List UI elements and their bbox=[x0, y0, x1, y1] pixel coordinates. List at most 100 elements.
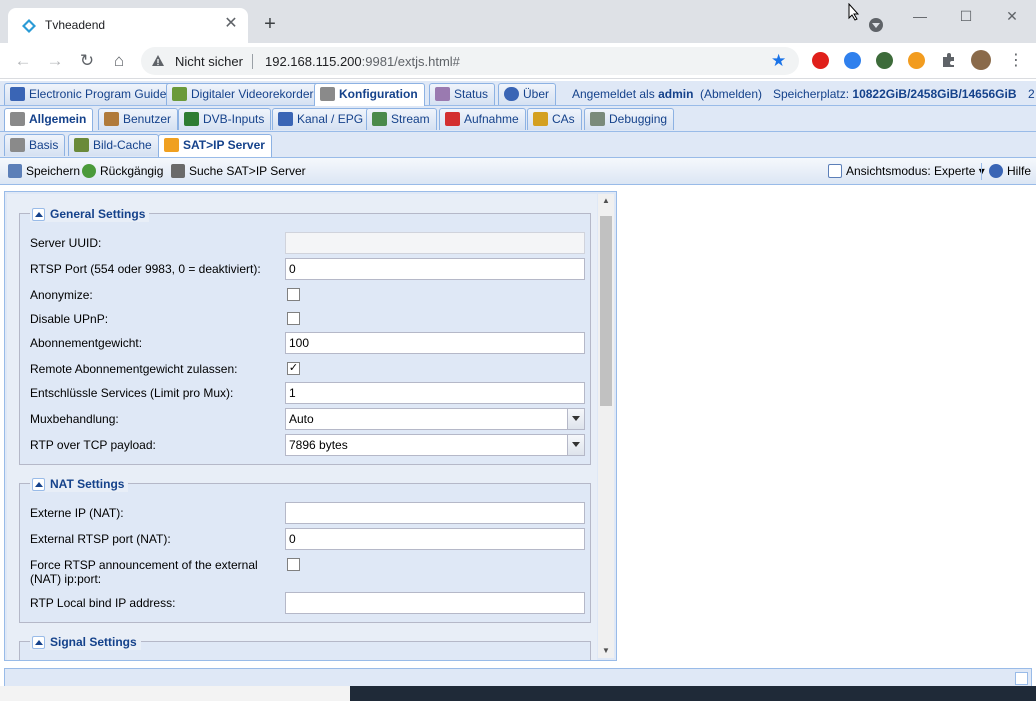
mux-handling-label: Muxbehandlung: bbox=[30, 412, 119, 426]
storage-value: 10822GiB/2458GiB/14656GiB bbox=[852, 87, 1017, 101]
anonymize-checkbox[interactable] bbox=[287, 288, 300, 301]
general-settings-legend[interactable]: General Settings bbox=[30, 206, 150, 222]
avatar[interactable] bbox=[971, 50, 991, 70]
scroll-up-icon[interactable]: ▲ bbox=[598, 194, 614, 208]
remote-weight-checkbox[interactable]: ✓ bbox=[287, 362, 300, 375]
star-icon[interactable]: ★ bbox=[771, 51, 786, 71]
tab-search-icon[interactable] bbox=[869, 18, 883, 32]
back-icon[interactable]: ← bbox=[13, 51, 33, 71]
close-window-button[interactable]: ✕ bbox=[992, 6, 1032, 26]
vertical-scrollbar[interactable]: ▲ ▼ bbox=[598, 194, 614, 658]
tab-users[interactable]: Benutzer bbox=[98, 108, 179, 130]
force-rtsp-checkbox[interactable] bbox=[287, 558, 300, 571]
login-prefix: Angemeldet als bbox=[572, 87, 655, 101]
puzzle-icon[interactable] bbox=[940, 52, 957, 69]
help-icon bbox=[989, 164, 1003, 178]
tab-label: Digitaler Videorekorder bbox=[191, 87, 314, 101]
tab-recording[interactable]: Aufnahme bbox=[439, 108, 526, 130]
maximize-button[interactable]: ☐ bbox=[946, 6, 986, 26]
browser-tab-strip: Tvheadend ✕ + — ☐ ✕ bbox=[0, 0, 1036, 43]
disable-upnp-checkbox[interactable] bbox=[287, 312, 300, 325]
subscription-weight-field[interactable] bbox=[285, 332, 585, 354]
url-text[interactable]: 192.168.115.200:9981/extjs.html# bbox=[265, 54, 460, 69]
help-button[interactable]: Hilfe bbox=[989, 163, 1031, 180]
main-tab-bar: Electronic Program Guide Digitaler Video… bbox=[0, 81, 1036, 106]
external-ip-label: Externe IP (NAT): bbox=[30, 506, 124, 520]
tab-label: Konfiguration bbox=[339, 87, 418, 101]
scroll-down-icon[interactable]: ▼ bbox=[598, 644, 614, 658]
descramble-field[interactable] bbox=[285, 382, 585, 404]
tab-debugging[interactable]: Debugging bbox=[584, 108, 675, 130]
coupon-extension-icon[interactable] bbox=[908, 52, 925, 69]
server-uuid-label: Server UUID: bbox=[30, 236, 102, 250]
address-bar[interactable]: Nicht sicher 192.168.115.200:9981/extjs.… bbox=[141, 47, 799, 75]
forward-icon[interactable]: → bbox=[45, 51, 65, 71]
rtsp-port-field[interactable] bbox=[285, 258, 585, 280]
undo-button[interactable]: Rückgängig bbox=[82, 163, 163, 180]
logout-link[interactable]: (Abmelden) bbox=[700, 87, 762, 101]
login-status: Angemeldet als admin bbox=[572, 87, 693, 101]
collapse-icon[interactable] bbox=[32, 478, 45, 491]
collapse-icon[interactable] bbox=[32, 208, 45, 221]
not-secure-label[interactable]: Nicht sicher bbox=[175, 54, 243, 69]
collapse-icon[interactable] bbox=[32, 636, 45, 649]
external-rtsp-field[interactable] bbox=[285, 528, 585, 550]
menu-icon[interactable]: ⋮ bbox=[1008, 52, 1024, 70]
server-uuid-field bbox=[285, 232, 585, 254]
save-button[interactable]: Speichern bbox=[8, 163, 80, 180]
settings-scroll-area[interactable]: General Settings Server UUID: RTSP Port … bbox=[7, 194, 597, 660]
tab-dvb-inputs[interactable]: DVB-Inputs bbox=[178, 108, 272, 130]
browser-toolbar: ← → ↻ ⌂ Nicht sicher 192.168.115.200:998… bbox=[0, 43, 1036, 79]
view-mode-dropdown[interactable]: Ansichtsmodus: Experte ▾ bbox=[828, 163, 985, 180]
tab-configuration[interactable]: Konfiguration bbox=[314, 83, 425, 106]
disable-upnp-label: Disable UPnP: bbox=[30, 312, 109, 326]
tab-label: DVB-Inputs bbox=[203, 112, 265, 126]
config-tab-bar: Allgemein Benutzer DVB-Inputs Kanal / EP… bbox=[0, 106, 1036, 132]
rtp-tcp-payload-select[interactable]: 7896 bytes bbox=[285, 434, 585, 456]
save-label: Speichern bbox=[26, 164, 81, 178]
new-tab-button[interactable]: + bbox=[260, 14, 280, 34]
users-icon bbox=[104, 112, 119, 126]
help-label: Hilfe bbox=[1007, 164, 1032, 178]
adblock-extension-icon[interactable] bbox=[812, 52, 829, 69]
chevron-down-icon[interactable] bbox=[567, 409, 584, 429]
view-mode-label: Ansichtsmodus: Experte bbox=[846, 164, 976, 178]
expand-icon[interactable] bbox=[1015, 672, 1028, 685]
taskbar-search[interactable] bbox=[0, 686, 350, 701]
tab-label: Debugging bbox=[609, 112, 668, 126]
browser-tab[interactable]: Tvheadend ✕ bbox=[8, 8, 248, 43]
tab-satip-server[interactable]: SAT>IP Server bbox=[158, 134, 272, 157]
tab-about[interactable]: Über bbox=[498, 83, 557, 105]
tab-basis[interactable]: Basis bbox=[4, 134, 66, 156]
tab-label: SAT>IP Server bbox=[183, 138, 265, 152]
wrench-icon bbox=[320, 87, 335, 101]
tools-icon bbox=[10, 112, 25, 126]
action-toolbar: Speichern Rückgängig Suche SAT>IP Server… bbox=[0, 158, 1036, 185]
nat-settings-legend[interactable]: NAT Settings bbox=[30, 476, 129, 492]
external-ip-field[interactable] bbox=[285, 502, 585, 524]
tab-status[interactable]: Status bbox=[429, 83, 496, 105]
tab-stream[interactable]: Stream bbox=[366, 108, 437, 130]
tab-general[interactable]: Allgemein bbox=[4, 108, 94, 131]
shield-extension-icon[interactable] bbox=[876, 52, 893, 69]
chat-extension-icon[interactable] bbox=[844, 52, 861, 69]
mux-handling-value: Auto bbox=[289, 412, 314, 426]
tab-image-cache[interactable]: Bild-Cache bbox=[68, 134, 159, 156]
scroll-thumb[interactable] bbox=[600, 216, 612, 406]
tab-label: Stream bbox=[391, 112, 430, 126]
home-icon[interactable]: ⌂ bbox=[109, 51, 129, 71]
close-tab-icon[interactable]: ✕ bbox=[222, 15, 240, 33]
rtp-bind-field[interactable] bbox=[285, 592, 585, 614]
tab-channel-epg[interactable]: Kanal / EPG bbox=[272, 108, 371, 130]
tab-epg[interactable]: Electronic Program Guide bbox=[4, 83, 174, 105]
chevron-down-icon[interactable] bbox=[567, 435, 584, 455]
mux-handling-select[interactable]: Auto bbox=[285, 408, 585, 430]
signal-settings-legend[interactable]: Signal Settings bbox=[30, 634, 141, 650]
discover-satip-button[interactable]: Suche SAT>IP Server bbox=[171, 163, 306, 180]
satip-settings-panel: General Settings Server UUID: RTSP Port … bbox=[4, 191, 617, 661]
reload-icon[interactable]: ↻ bbox=[77, 51, 97, 71]
tab-dvr[interactable]: Digitaler Videorekorder bbox=[166, 83, 321, 105]
minimize-button[interactable]: — bbox=[900, 6, 940, 26]
tvheadend-app: Electronic Program Guide Digitaler Video… bbox=[0, 80, 1036, 701]
tab-cas[interactable]: CAs bbox=[527, 108, 582, 130]
